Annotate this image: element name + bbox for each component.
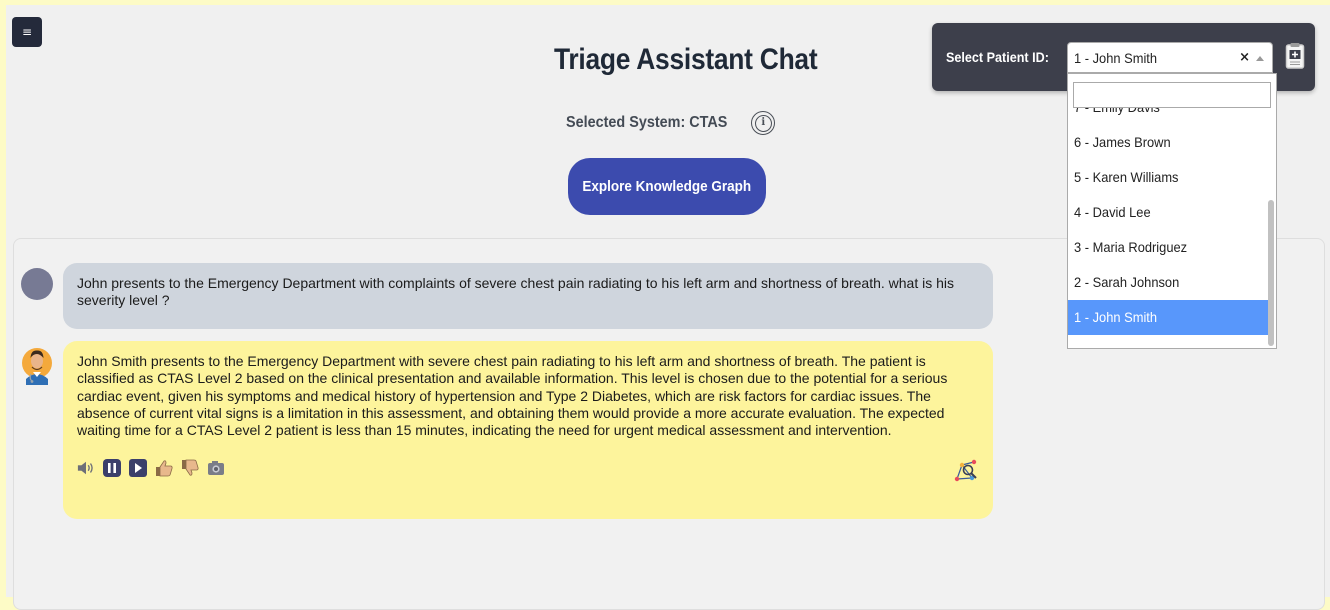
caret-up-icon[interactable] [1256, 56, 1264, 61]
explore-knowledge-graph-button[interactable]: Explore Knowledge Graph [568, 158, 766, 215]
clear-selection-icon[interactable]: × [1239, 50, 1250, 65]
patient-options-list: 7 - Emily Davis 6 - James Brown 5 - Karen … [1068, 108, 1268, 348]
patient-option-label: 2 - Sarah Johnson [1074, 274, 1180, 290]
camera-icon[interactable] [207, 459, 225, 477]
patient-option-label: 5 - Karen Williams [1074, 169, 1179, 185]
patient-option-label: 1 - John Smith [1074, 309, 1158, 325]
message-actions [77, 459, 225, 477]
dropdown-scrollbar[interactable] [1268, 200, 1274, 346]
patient-option-label: 6 - James Brown [1074, 134, 1171, 150]
patient-option-label: 3 - Maria Rodriguez [1074, 239, 1188, 255]
page-title: Triage Assistant Chat [554, 43, 818, 76]
patient-option[interactable]: 3 - Maria Rodriguez [1068, 230, 1268, 265]
user-message-bubble: John presents to the Emergency Departmen… [63, 263, 993, 329]
assistant-message-bubble: John Smith presents to the Emergency Dep… [63, 341, 993, 519]
patient-options: 7 - Emily Davis 6 - James Brown 5 - Karen … [1068, 108, 1268, 335]
patient-option[interactable]: 4 - David Lee [1068, 195, 1268, 230]
thumbs-up-icon[interactable] [155, 459, 173, 477]
app-window: ≡ Triage Assistant Chat Selected System:… [6, 5, 1330, 610]
patient-option[interactable]: 5 - Karen Williams [1068, 160, 1268, 195]
patient-option-label: 4 - David Lee [1074, 204, 1151, 220]
hamburger-menu-icon: ≡ [21, 25, 33, 39]
play-icon[interactable] [129, 459, 147, 477]
pause-icon[interactable] [103, 459, 121, 477]
patient-option-label: 7 - Emily Davis [1074, 108, 1160, 125]
patient-option[interactable]: 2 - Sarah Johnson [1068, 265, 1268, 300]
patient-dropdown: 7 - Emily Davis 6 - James Brown 5 - Karen … [1067, 73, 1277, 349]
user-avatar [21, 268, 53, 300]
patient-option[interactable]: 1 - John Smith [1068, 300, 1268, 335]
knowledge-graph-icon[interactable] [953, 457, 979, 483]
patient-select-value: 1 - John Smith [1074, 50, 1158, 66]
assistant-message-text: John Smith presents to the Emergency Dep… [77, 353, 948, 439]
thumbs-down-icon[interactable] [181, 459, 199, 477]
selected-system-text: Selected System: CTAS [566, 114, 728, 131]
patient-option[interactable]: 7 - Emily Davis [1068, 108, 1268, 125]
select-patient-label: Select Patient ID: [946, 49, 1049, 65]
user-message-text: John presents to the Emergency Departmen… [77, 275, 955, 308]
info-icon[interactable]: i [751, 111, 776, 135]
selected-system-row: Selected System: CTAS i [566, 109, 776, 137]
patient-id-select[interactable]: 1 - John Smith × [1067, 42, 1273, 73]
doctor-avatar-icon [21, 341, 53, 385]
patient-option[interactable]: 6 - James Brown [1068, 125, 1268, 160]
clipboard-icon[interactable] [1285, 42, 1305, 70]
menu-button[interactable]: ≡ [12, 17, 42, 47]
patient-search-input[interactable] [1073, 82, 1271, 108]
speaker-icon[interactable] [77, 459, 95, 477]
